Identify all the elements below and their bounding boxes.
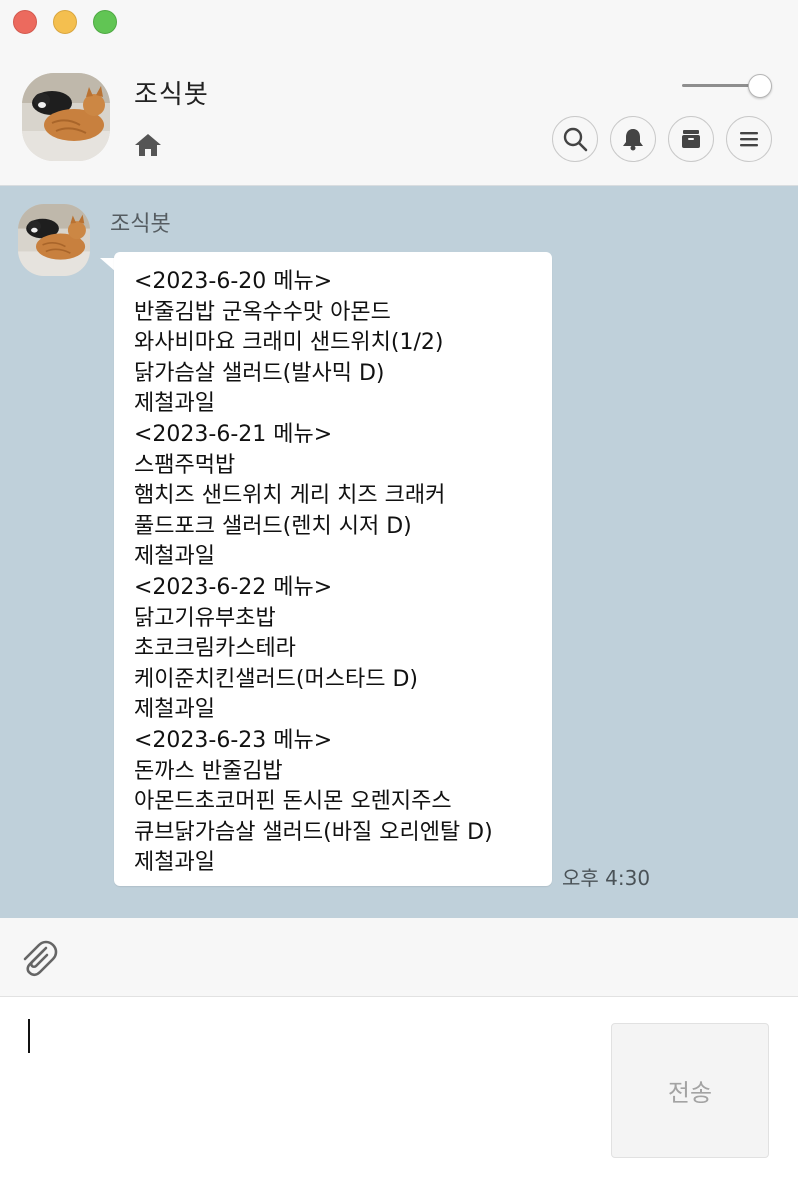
message-line: 닭가슴살 샐러드(발사믹 D) — [134, 360, 385, 386]
bell-icon — [623, 129, 643, 151]
cats-photo — [18, 204, 90, 276]
message-line: 돈까스 반줄김밥 — [134, 758, 283, 784]
message-line: 아몬드초코머핀 돈시몬 오렌지주스 — [134, 789, 452, 815]
close-window-button[interactable] — [13, 10, 37, 34]
message-line: <2023-6-21 메뉴> — [134, 421, 333, 447]
message-line: 풀드포크 샐러드(렌치 시저 D) — [134, 513, 412, 539]
drawer-icon — [682, 130, 700, 148]
message-line: <2023-6-23 메뉴> — [134, 727, 333, 753]
text-caret — [28, 1019, 30, 1053]
profile-avatar[interactable] — [22, 73, 110, 161]
chat-title: 조식봇 — [134, 80, 209, 110]
message-line: 제철과일 — [134, 850, 215, 876]
message-line: 닭고기유부초밥 — [134, 605, 276, 631]
menu-icon — [740, 132, 758, 147]
search-icon — [563, 127, 588, 152]
sender-name: 조식봇 — [110, 212, 171, 237]
menu-button[interactable] — [726, 116, 772, 162]
maximize-window-button[interactable] — [93, 10, 117, 34]
cats-photo — [22, 73, 110, 161]
message-timestamp: 오후 4:30 — [562, 866, 651, 890]
message-line: 케이준치킨샐러드(머스타드 D) — [134, 666, 418, 692]
message-line: 큐브닭가슴살 샐러드(바질 오리엔탈 D) — [134, 819, 493, 845]
drawer-button[interactable] — [668, 116, 714, 162]
message-line: <2023-6-22 메뉴> — [134, 574, 333, 600]
message-line: 초코크림카스테라 — [134, 636, 296, 662]
minimize-window-button[interactable] — [53, 10, 77, 34]
sender-avatar[interactable] — [18, 204, 90, 276]
message-line: 제철과일 — [134, 697, 215, 723]
search-button[interactable] — [552, 116, 598, 162]
message-line: 제철과일 — [134, 391, 215, 417]
chat-header: 조식봇 — [0, 48, 798, 186]
message-input[interactable] — [16, 1013, 595, 1167]
message-line: <2023-6-20 메뉴> — [134, 269, 333, 294]
message-list[interactable]: 조식봇 <2023-6-20 메뉴> 반줄김밥 군옥수수맛 아몬드 와사비마요 … — [0, 186, 798, 918]
chat-window: 조식봇 조식봇 <2023-6-20 메뉴> 반줄김밥 군옥수수맛 아몬드 와사… — [0, 0, 798, 1184]
message-bubble[interactable]: <2023-6-20 메뉴> 반줄김밥 군옥수수맛 아몬드 와사비마요 크래미 … — [114, 252, 552, 886]
paperclip-icon[interactable] — [16, 936, 60, 980]
message-line: 스팸주먹밥 — [134, 452, 236, 478]
send-button[interactable]: 전송 — [611, 1023, 769, 1158]
slider-track — [682, 84, 758, 87]
slider-thumb[interactable] — [748, 74, 772, 98]
composer-toolbar — [0, 918, 798, 997]
message-line: 제철과일 — [134, 544, 215, 570]
message-line: 햄치즈 샌드위치 게리 치즈 크래커 — [134, 483, 446, 509]
title-bar — [0, 0, 798, 48]
opacity-slider[interactable] — [680, 74, 774, 98]
message-line: 반줄김밥 군옥수수맛 아몬드 — [134, 299, 391, 325]
home-icon[interactable] — [134, 132, 162, 158]
notification-button[interactable] — [610, 116, 656, 162]
message-line: 와사비마요 크래미 샌드위치(1/2) — [134, 330, 444, 356]
composer: 전송 — [0, 997, 798, 1184]
